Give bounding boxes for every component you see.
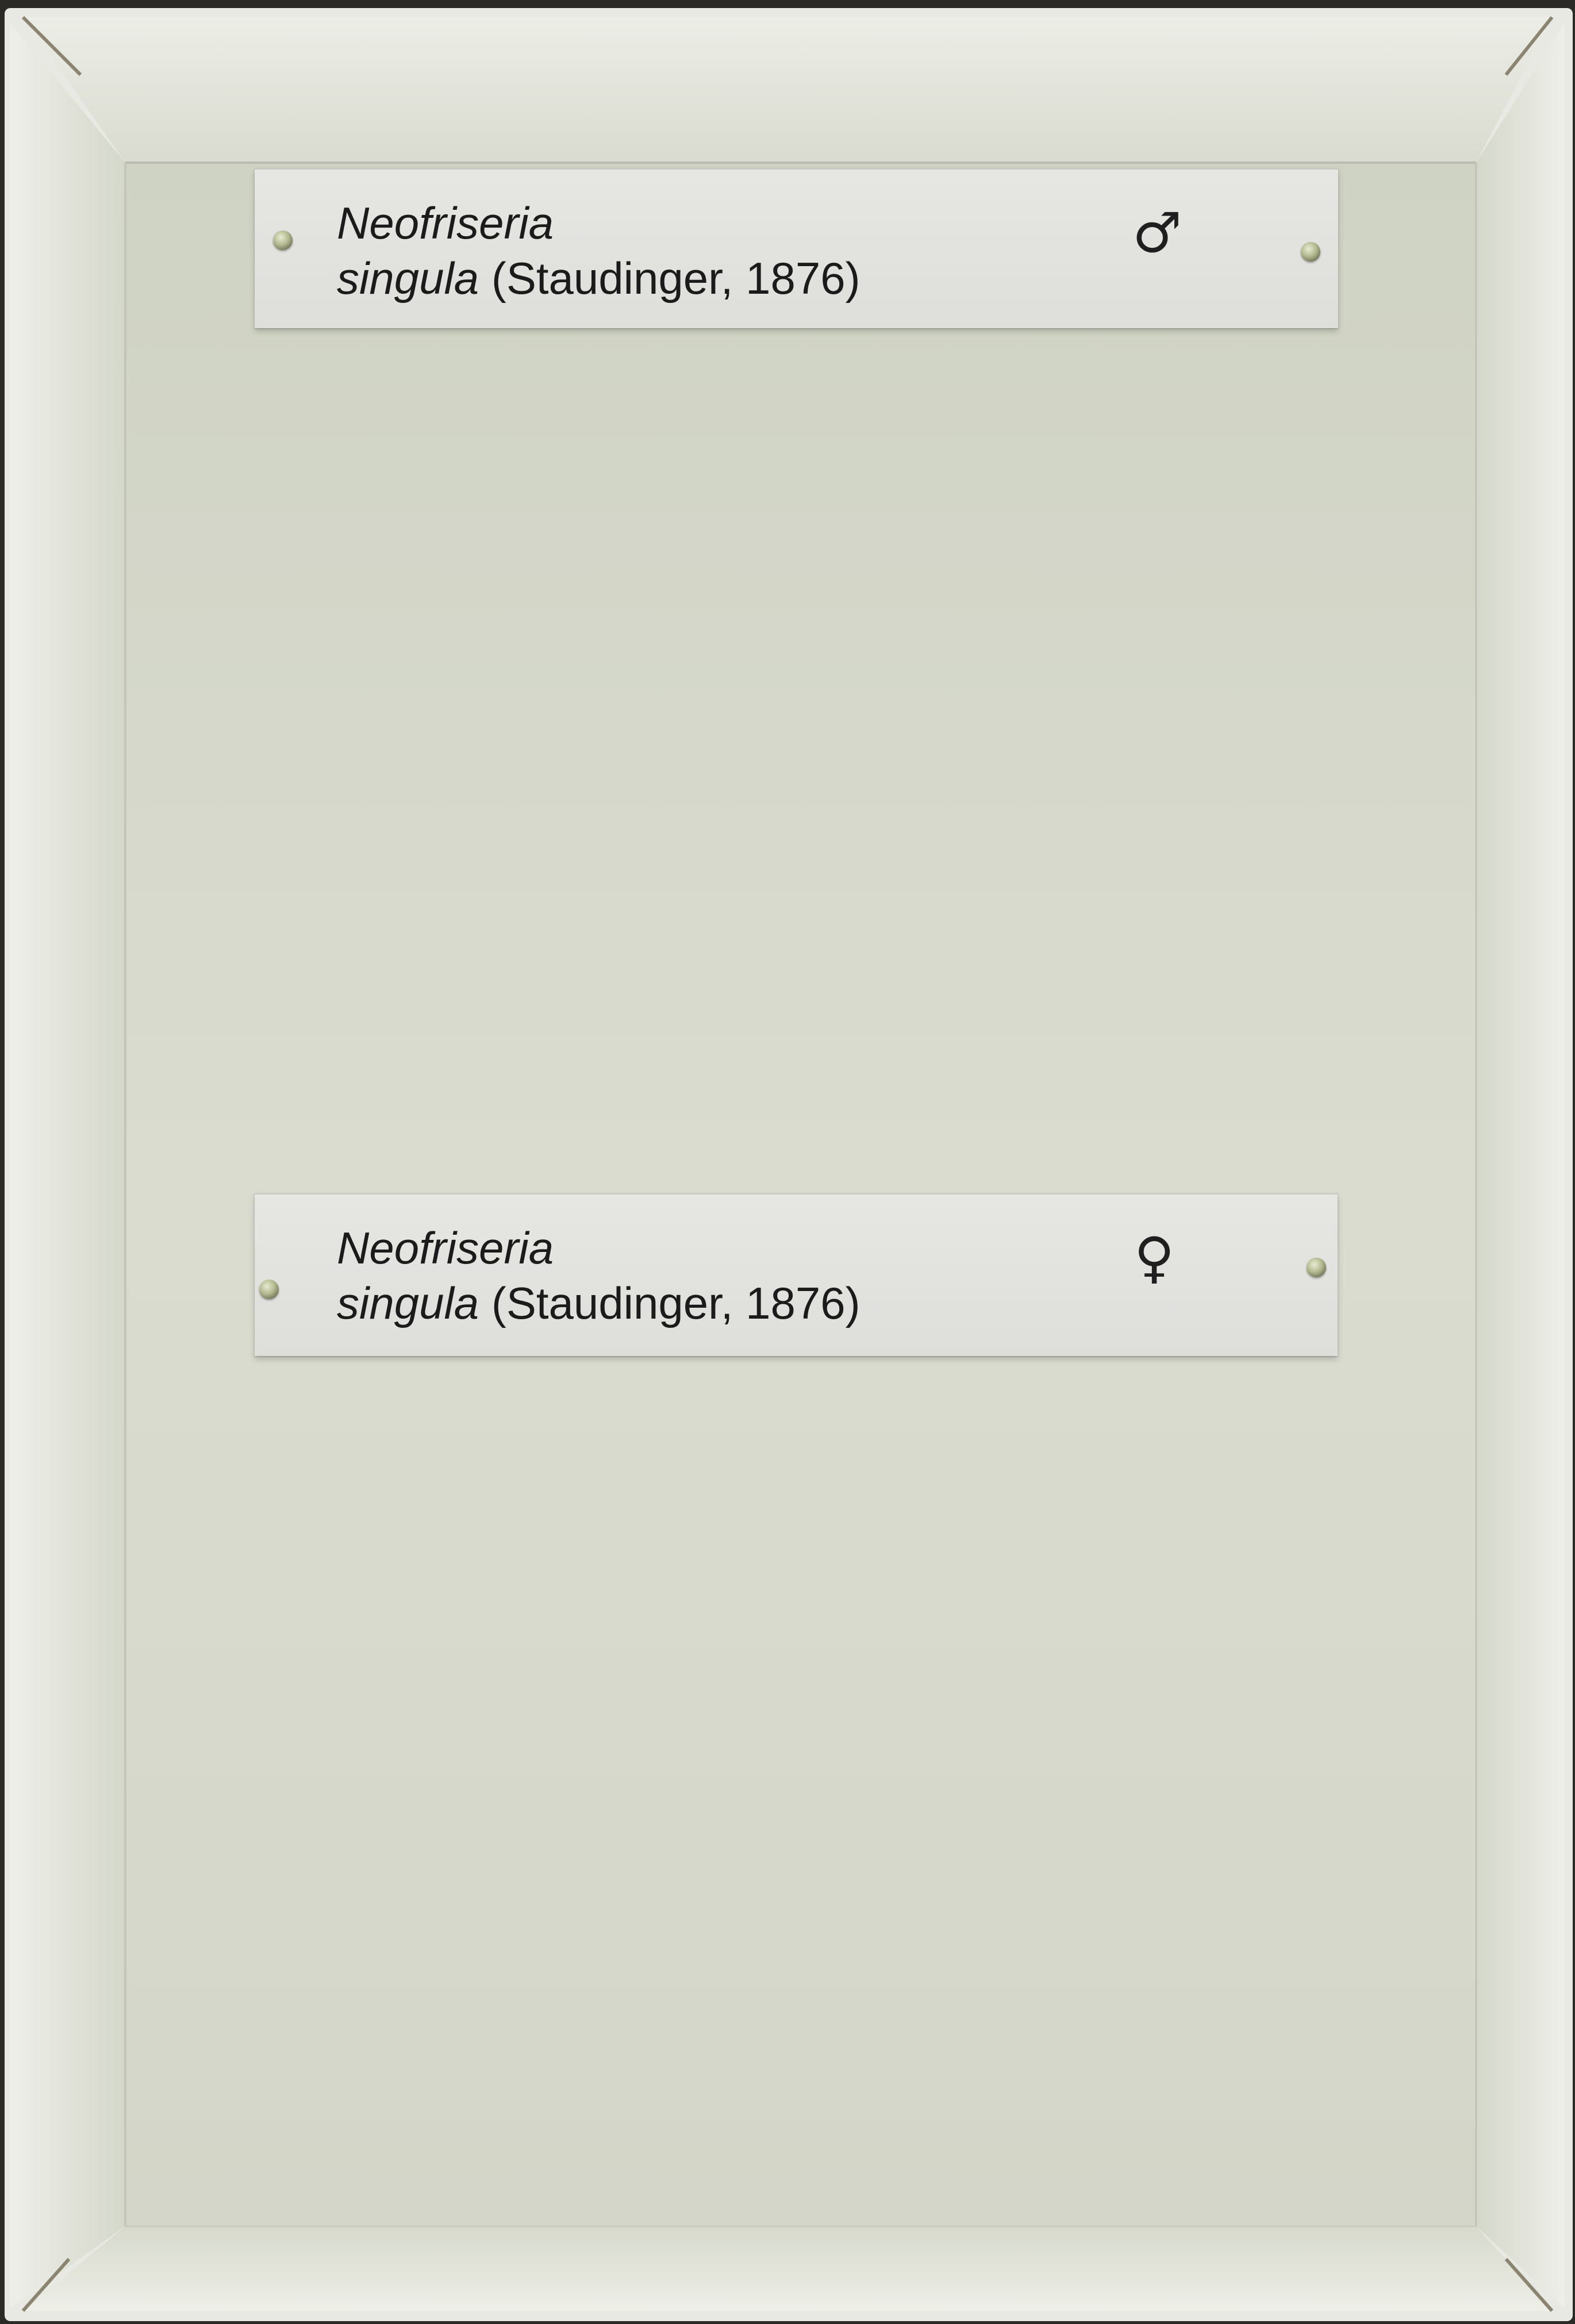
author-year: (Staudinger, 1876)	[479, 1278, 861, 1328]
pin-head-icon	[273, 231, 293, 250]
pin-head-icon	[1301, 242, 1320, 262]
pin-head-icon	[259, 1280, 279, 1299]
genus-name: Neofriseria	[337, 1223, 554, 1273]
tray-wall-top	[23, 17, 1552, 163]
species-epithet: singula	[337, 253, 479, 304]
species-epithet: singula	[337, 1278, 479, 1328]
species-label-female: Neofriseria singula (Staudinger, 1876) ♀	[255, 1193, 1338, 1356]
male-symbol-icon: ♂	[1132, 201, 1182, 265]
tray-wall-left	[10, 23, 125, 2308]
species-name: Neofriseria singula (Staudinger, 1876)	[337, 1220, 861, 1331]
pin-head-icon	[1307, 1258, 1326, 1277]
species-name: Neofriseria singula (Staudinger, 1876)	[337, 195, 861, 306]
specimen-tray-photo: Neofriseria singula (Staudinger, 1876) ♂…	[0, 0, 1575, 2324]
author-year: (Staudinger, 1876)	[479, 253, 861, 304]
tray-wall-right	[1476, 23, 1565, 2308]
unit-tray	[0, 0, 1575, 2324]
species-label-male: Neofriseria singula (Staudinger, 1876) ♂	[255, 168, 1338, 328]
female-symbol-icon: ♀	[1134, 1226, 1175, 1290]
genus-name: Neofriseria	[337, 198, 554, 248]
tray-wall-bottom	[23, 2226, 1552, 2311]
